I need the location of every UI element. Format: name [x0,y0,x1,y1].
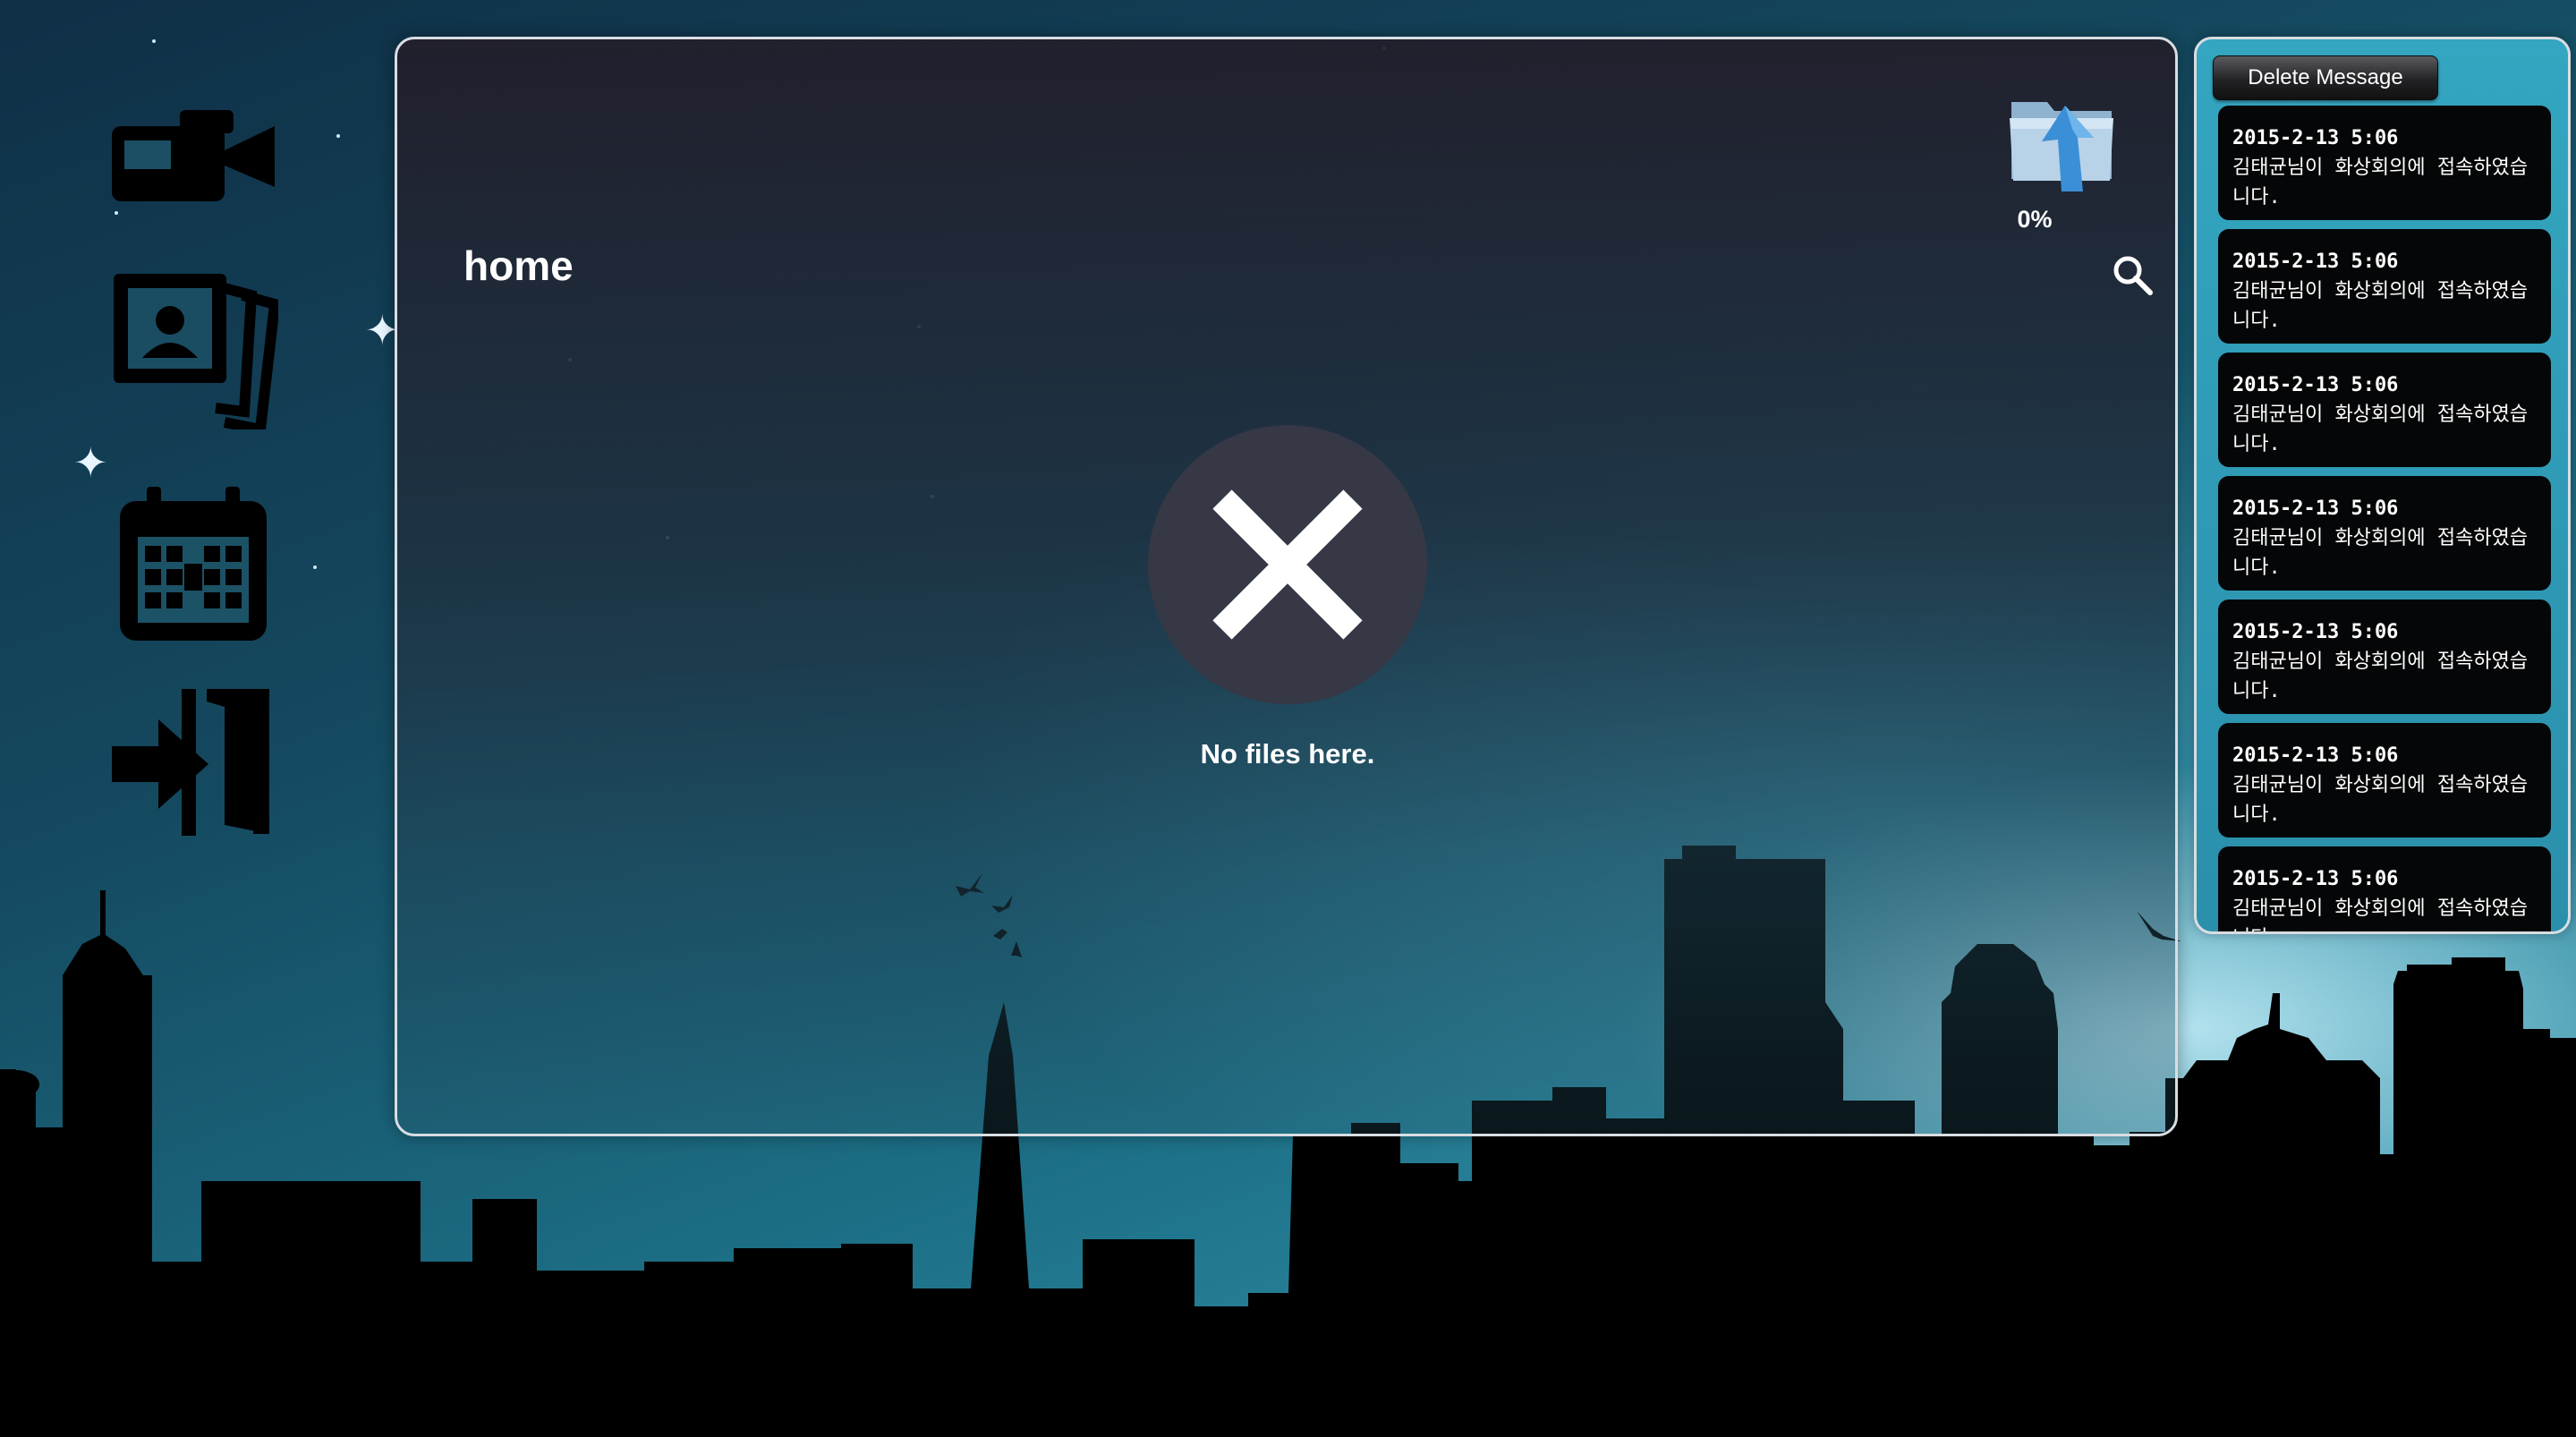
message-text: 김태균님이 화상회의에 접속하였습니다. [2232,404,2529,455]
message-text: 김태균님이 화상회의에 접속하였습니다. [2232,897,2529,931]
message-item[interactable]: 2015-2-13 5:06 김태균님이 화상회의에 접속하였습니다. [2218,723,2551,838]
message-time: 2015-2-13 5:06 [2232,497,2399,520]
message-item[interactable]: 2015-2-13 5:06 김태균님이 화상회의에 접속하였습니다. [2218,353,2551,467]
delete-message-button[interactable]: Delete Message [2213,55,2438,100]
message-text: 김태균님이 화상회의에 접속하였습니다. [2232,280,2529,332]
message-text: 김태균님이 화상회의에 접속하였습니다. [2232,527,2529,579]
empty-state-message: No files here. [1200,738,1375,770]
photo-stack-icon [113,274,278,429]
exit-door-icon [111,689,269,836]
message-item[interactable]: 2015-2-13 5:06 김태균님이 화상회의에 접속하였습니다. [2218,106,2551,220]
message-time: 2015-2-13 5:06 [2232,621,2399,643]
message-item[interactable]: 2015-2-13 5:06 김태균님이 화상회의에 접속하였습니다. [2218,476,2551,591]
message-time: 2015-2-13 5:06 [2232,868,2399,890]
calendar-button[interactable] [106,483,280,644]
message-text: 김태균님이 화상회의에 접속하였습니다. [2232,157,2529,208]
calendar-icon [119,487,267,641]
message-time: 2015-2-13 5:06 [2232,127,2399,149]
message-text: 김태균님이 화상회의에 접속하였습니다. [2232,774,2529,826]
message-time: 2015-2-13 5:06 [2232,374,2399,396]
empty-state-circle [1148,425,1427,704]
search-icon[interactable] [2111,253,2154,296]
folder-title: home [463,242,574,289]
message-list: 2015-2-13 5:06 김태균님이 화상회의에 접속하였습니다. 2015… [2218,106,2551,931]
upload-progress-text: 0% [2017,206,2053,233]
file-browser-panel: home 0% No files here. [395,37,2178,1136]
message-item[interactable]: 2015-2-13 5:06 김태균님이 화상회의에 접속하였습니다. [2218,846,2551,931]
logout-button[interactable] [106,682,280,843]
message-item[interactable]: 2015-2-13 5:06 김태균님이 화상회의에 접속하였습니다. [2218,599,2551,714]
photos-button[interactable] [106,268,280,429]
close-x-icon [1212,489,1363,640]
video-conference-button[interactable] [106,74,280,235]
message-time: 2015-2-13 5:06 [2232,744,2399,767]
message-time: 2015-2-13 5:06 [2232,251,2399,273]
video-camera-icon [111,110,275,201]
upload-folder-icon[interactable] [2006,93,2117,199]
message-panel: Delete Message 2015-2-13 5:06 김태균님이 화상회의… [2194,37,2571,934]
message-text: 김태균님이 화상회의에 접속하였습니다. [2232,650,2529,702]
message-item[interactable]: 2015-2-13 5:06 김태균님이 화상회의에 접속하였습니다. [2218,229,2551,344]
